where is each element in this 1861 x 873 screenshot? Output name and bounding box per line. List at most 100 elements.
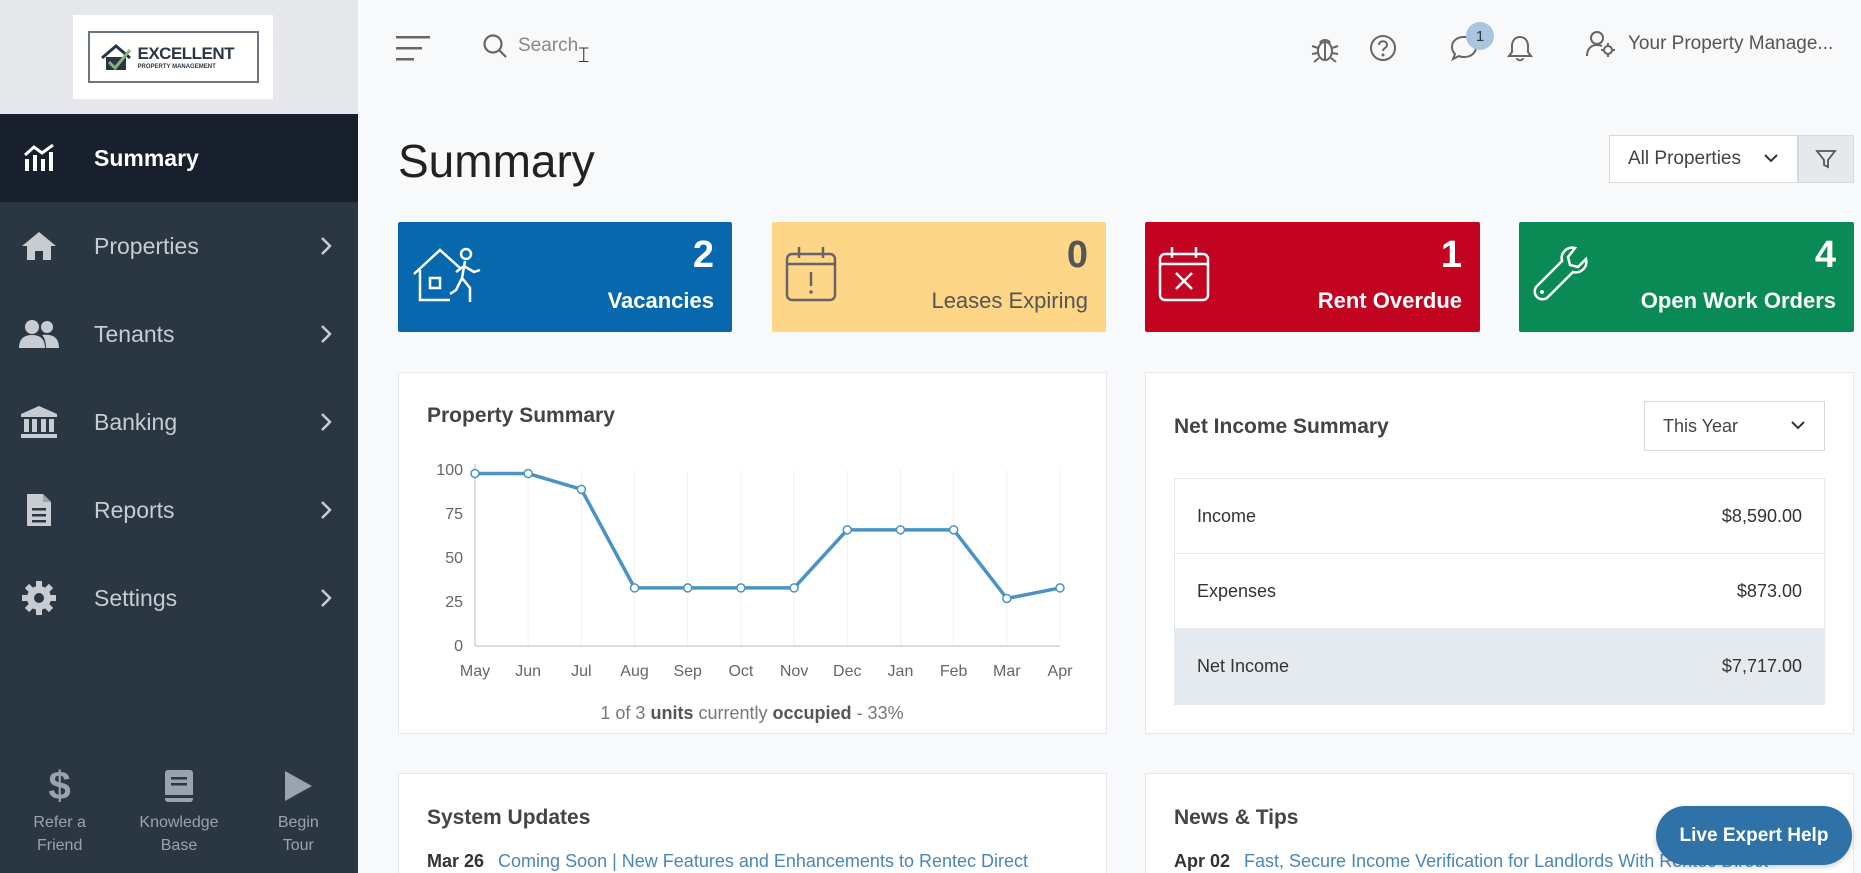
x-tick-label: Jul — [571, 663, 591, 680]
help-icon[interactable] — [1369, 34, 1397, 62]
work-orders-label: Open Work Orders — [1640, 288, 1836, 313]
message-count-badge: 1 — [1466, 22, 1494, 50]
house-person-icon — [413, 247, 481, 302]
y-tick-label: 50 — [445, 550, 463, 567]
net-income-value: $7,717.00 — [1721, 656, 1802, 676]
user-menu[interactable]: Your Property Manage... — [1586, 30, 1833, 58]
vacancies-card[interactable]: 2 Vacancies — [398, 222, 732, 332]
occupancy-currently: currently — [698, 703, 768, 723]
data-point — [682, 583, 693, 593]
period-select[interactable]: This Year — [1644, 401, 1825, 451]
data-point — [1002, 593, 1012, 604]
system-update-item: Mar 26 Coming Soon | New Features and En… — [427, 851, 1087, 872]
data-point — [523, 468, 533, 479]
chevron-down-icon — [1791, 421, 1805, 430]
tour-line2: Tour — [282, 836, 314, 854]
logo-frame: EXCELLENT PROPERTY MANAGEMENT — [87, 31, 259, 83]
net-income-table: Income $8,590.00 Expenses $873.00 Net In… — [1174, 478, 1825, 705]
open-work-orders-card[interactable]: 4 Open Work Orders — [1519, 222, 1854, 332]
y-tick-label: 0 — [454, 638, 463, 655]
net-income-label: Net Income — [1197, 656, 1290, 676]
occupancy-summary: 1 of 3 units currently occupied - 33% — [398, 703, 1106, 724]
data-point — [842, 525, 853, 535]
page-title: Summary — [398, 135, 595, 187]
sidebar-item-label: Reports — [94, 496, 175, 523]
filter-button[interactable] — [1798, 135, 1854, 183]
sidebar-item-banking[interactable]: Banking — [0, 378, 358, 466]
sidebar-item-summary[interactable]: Summary — [0, 114, 358, 202]
x-tick-label: Jan — [888, 663, 914, 680]
menu-icon[interactable] — [396, 34, 432, 62]
refer-friend-link[interactable]: $ Refer a Friend — [0, 764, 119, 857]
search-bar — [482, 33, 818, 59]
search-input[interactable] — [518, 35, 818, 57]
chevron-right-icon — [321, 413, 332, 431]
vacancies-count: 2 — [692, 234, 714, 276]
play-icon — [282, 764, 314, 808]
chevron-down-icon — [1764, 154, 1778, 163]
begin-tour-link[interactable]: Begin Tour — [239, 764, 358, 857]
occupancy-occupied: occupied — [772, 703, 852, 723]
occupancy-units: units — [650, 703, 694, 723]
live-expert-help-button[interactable]: Live Expert Help — [1656, 806, 1852, 865]
data-point — [736, 583, 746, 593]
sidebar-item-properties[interactable]: Properties — [0, 202, 358, 290]
house-check-logo-icon — [100, 44, 131, 71]
rent-overdue-count: 1 — [1440, 234, 1462, 276]
messages-button[interactable]: 1 — [1450, 22, 1494, 62]
data-point — [576, 484, 587, 495]
y-tick-label: 100 — [436, 462, 463, 479]
sidebar-item-label: Tenants — [94, 320, 175, 347]
x-tick-label: Nov — [780, 663, 808, 680]
y-tick-label: 75 — [445, 506, 463, 523]
bell-icon[interactable] — [1507, 34, 1533, 62]
logo-line1: EXCELLENT — [137, 43, 235, 63]
leases-expiring-card[interactable]: 0 Leases Expiring — [772, 222, 1106, 332]
x-tick-label: Feb — [940, 663, 968, 680]
work-orders-count: 4 — [1814, 234, 1836, 276]
refer-line2: Friend — [36, 836, 83, 854]
data-point — [470, 468, 480, 479]
leases-expiring-label: Leases Expiring — [931, 288, 1088, 313]
occupancy-count: 1 of 3 — [600, 703, 646, 723]
refer-line1: Refer a — [33, 814, 86, 832]
leases-expiring-count: 0 — [1066, 234, 1088, 276]
occupancy-line-chart: 100 75 50 25 0 May Jun Jul Aug Sep Oct Nov Dec Jan Feb… — [436, 462, 1074, 680]
chevron-right-icon — [321, 501, 332, 519]
data-point — [895, 525, 906, 535]
knowledge-base-link[interactable]: Knowledge Base — [119, 764, 238, 857]
search-icon — [483, 34, 507, 58]
logo-text: EXCELLENT PROPERTY MANAGEMENT — [138, 45, 235, 70]
sidebar-item-tenants[interactable]: Tenants — [0, 290, 358, 378]
bug-icon[interactable] — [1311, 34, 1339, 64]
sidebar-item-label: Summary — [94, 144, 199, 171]
sidebar-item-label: Banking — [94, 408, 178, 435]
net-income-row: Net Income $7,717.00 — [1175, 629, 1824, 704]
calendar-x-icon — [1158, 247, 1210, 302]
period-value: This Year — [1663, 415, 1739, 436]
text-cursor-icon: 𝙸 — [576, 42, 592, 67]
x-tick-label: Sep — [673, 663, 702, 680]
x-tick-label: Aug — [620, 663, 648, 680]
net-income-title: Net Income Summary — [1174, 415, 1389, 438]
sidebar-bottom-links: $ Refer a Friend Knowledge Base Begin To… — [0, 764, 358, 857]
x-tick-label: May — [460, 663, 490, 680]
logo-line2: PROPERTY MANAGEMENT — [137, 63, 216, 70]
x-tick-label: Apr — [1048, 663, 1074, 680]
user-settings-icon — [1586, 31, 1615, 57]
news-tips-title: News & Tips — [1174, 806, 1299, 829]
users-icon — [18, 313, 60, 355]
sidebar-item-label: Settings — [94, 584, 178, 611]
company-logo[interactable]: EXCELLENT PROPERTY MANAGEMENT — [73, 15, 273, 99]
rent-overdue-card[interactable]: 1 Rent Overdue — [1145, 222, 1480, 332]
sidebar-item-reports[interactable]: Reports — [0, 466, 358, 554]
vacancies-label: Vacancies — [607, 288, 714, 313]
system-update-link[interactable]: Coming Soon | New Features and Enhanceme… — [498, 851, 1028, 872]
sidebar-item-label: Properties — [94, 232, 199, 259]
kb-line1: Knowledge — [139, 814, 219, 832]
tour-line1: Begin — [277, 814, 319, 832]
bank-icon — [18, 401, 60, 443]
property-filter-select[interactable]: All Properties — [1609, 135, 1798, 183]
sidebar-item-settings[interactable]: Settings — [0, 554, 358, 642]
kb-line2: Base — [160, 836, 198, 854]
